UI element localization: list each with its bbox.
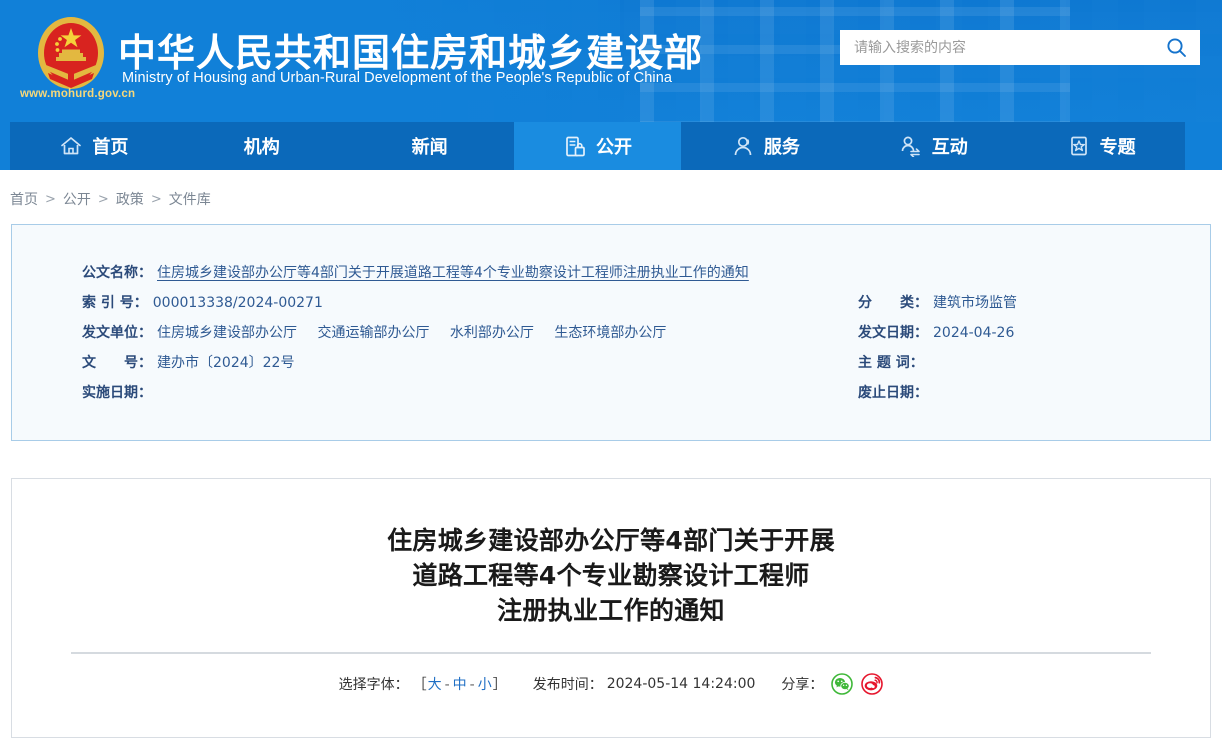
issuing-unit: 交通运输部办公厅 — [317, 325, 429, 341]
issuing-unit: 生态环境部办公厅 — [554, 325, 666, 341]
font-size-selector: 选择字体： ［大-中-小］ — [339, 674, 507, 694]
title-divider — [71, 652, 1151, 654]
document-title-line: 注册执业工作的通知 — [291, 593, 931, 628]
font-size-dash: - — [468, 677, 477, 693]
bracket-close: ］ — [493, 677, 507, 693]
metadata-row-issue-date: 发文日期： 2024-04-26 — [858, 322, 1014, 342]
metadata-value-issue-date: 2024-04-26 — [933, 325, 1014, 341]
font-size-large[interactable]: 大 — [427, 677, 443, 693]
document-title: 住房城乡建设部办公厅等4部门关于开展 道路工程等4个专业勘察设计工程师 注册执业… — [291, 523, 931, 628]
metadata-value-issuing-units: 住房城乡建设部办公厅 交通运输部办公厅 水利部办公厅 生态环境部办公厅 — [157, 322, 666, 342]
metadata-value-index-number: 000013338/2024-00271 — [153, 295, 323, 311]
metadata-row-category: 分 类： 建筑市场监管 — [858, 292, 1017, 312]
metadata-label-category: 分 类： — [858, 292, 928, 312]
publish-time-label: 发布时间： — [533, 674, 603, 694]
metadata-value-category: 建筑市场监管 — [933, 292, 1017, 312]
document-meta-toolbar: 选择字体： ［大-中-小］ 发布时间： 2024-05-14 14:24:00 … — [12, 673, 1210, 695]
share-wechat-button[interactable] — [831, 673, 853, 695]
metadata-value-doc-name[interactable]: 住房城乡建设部办公厅等4部门关于开展道路工程等4个专业勘察设计工程师注册执业工作… — [157, 262, 749, 282]
metadata-row-subject-terms: 主 题 词： — [858, 352, 929, 372]
metadata-row-issuing-units: 发文单位： 住房城乡建设部办公厅 交通运输部办公厅 水利部办公厅 生态环境部办公… — [82, 322, 666, 342]
metadata-row-document-number: 文 号： 建办市〔2024〕22号 — [82, 352, 294, 372]
document-title-line: 住房城乡建设部办公厅等4部门关于开展 — [291, 523, 931, 558]
weibo-icon — [861, 673, 883, 695]
font-size-options: ［大-中-小］ — [413, 674, 507, 694]
metadata-label-doc-name: 公文名称： — [82, 262, 152, 282]
metadata-label-document-number: 文 号： — [82, 352, 152, 372]
metadata-label-index-number: 索 引 号： — [82, 292, 148, 312]
bracket-open: ［ — [413, 677, 427, 693]
share-group: 分享： — [781, 673, 883, 695]
document-content-card: 住房城乡建设部办公厅等4部门关于开展 道路工程等4个专业勘察设计工程师 注册执业… — [11, 478, 1211, 738]
publish-time-group: 发布时间： 2024-05-14 14:24:00 — [533, 674, 756, 694]
metadata-label-issuing-units: 发文单位： — [82, 322, 152, 342]
metadata-row-index-number: 索 引 号： 000013338/2024-00271 — [82, 292, 323, 312]
font-size-small[interactable]: 小 — [477, 677, 493, 693]
font-size-medium[interactable]: 中 — [452, 677, 468, 693]
font-size-dash: - — [443, 677, 452, 693]
publish-time-value: 2024-05-14 14:24:00 — [607, 676, 756, 692]
metadata-label-effective-date: 实施日期： — [82, 382, 152, 402]
metadata-label-repeal-date: 废止日期： — [858, 382, 928, 402]
wechat-icon — [831, 673, 853, 695]
share-label: 分享： — [781, 674, 823, 694]
metadata-label-issue-date: 发文日期： — [858, 322, 928, 342]
font-size-label: 选择字体： — [339, 674, 409, 694]
metadata-value-document-number: 建办市〔2024〕22号 — [157, 352, 294, 372]
metadata-row-doc-name: 公文名称： 住房城乡建设部办公厅等4部门关于开展道路工程等4个专业勘察设计工程师… — [82, 262, 749, 282]
issuing-unit: 水利部办公厅 — [450, 325, 534, 341]
share-weibo-button[interactable] — [861, 673, 883, 695]
metadata-row-effective-date: 实施日期： — [82, 382, 157, 402]
metadata-label-subject-terms: 主 题 词： — [858, 352, 924, 372]
issuing-unit: 住房城乡建设部办公厅 — [157, 325, 297, 341]
metadata-row-repeal-date: 废止日期： — [858, 382, 933, 402]
document-title-line: 道路工程等4个专业勘察设计工程师 — [291, 558, 931, 593]
